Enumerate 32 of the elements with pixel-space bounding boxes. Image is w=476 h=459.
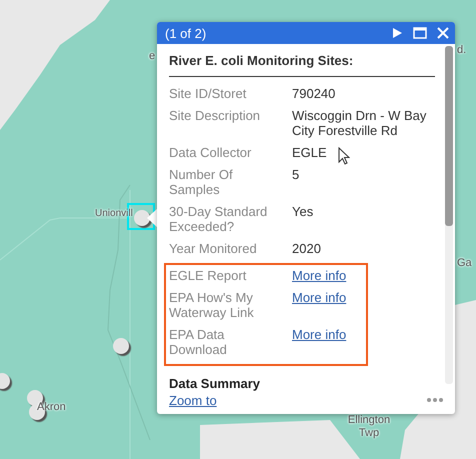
next-icon[interactable]	[391, 27, 403, 39]
more-info-link[interactable]: More info	[292, 290, 346, 320]
field-label: EGLE Report	[169, 268, 248, 283]
field-label: Site ID/Storet	[169, 86, 248, 101]
field-value: Wiscoggin Drn - W Bay City Forestville Rd	[292, 108, 428, 138]
mouse-cursor-icon	[338, 147, 350, 166]
field-value: 2020	[292, 241, 321, 256]
more-info-link[interactable]: More info	[292, 268, 346, 283]
more-icon[interactable]	[427, 398, 443, 402]
map-label: d.	[457, 44, 466, 57]
map-label: Ellington Twp	[346, 414, 392, 440]
field-label: EPA Data Download	[169, 327, 228, 357]
field-value: 790240	[292, 86, 336, 101]
field-label: Site Description	[169, 108, 262, 125]
scrollbar-thumb[interactable]	[445, 46, 453, 226]
more-info-link[interactable]: More info	[292, 327, 346, 357]
field-label: Number Of Samples	[169, 167, 234, 197]
field-label: Year Monitored	[169, 241, 258, 256]
maximize-icon[interactable]	[413, 27, 427, 39]
map-label: e	[149, 50, 156, 63]
field-value: Yes	[292, 204, 314, 221]
close-icon[interactable]	[437, 27, 449, 39]
map-label: Ga	[457, 257, 472, 270]
section-heading: Data Summary	[169, 376, 262, 391]
field-value: 5	[292, 167, 300, 184]
field-label: EPA How's My Waterway Link	[169, 290, 255, 320]
popup-title: River E. coli Monitoring Sites:	[169, 53, 435, 77]
pager-label: (1 of 2)	[165, 26, 208, 40]
field-label: Data Collector	[169, 145, 252, 160]
zoom-to-link[interactable]: Zoom to	[169, 392, 217, 408]
field-value: EGLE	[292, 145, 327, 160]
field-label: 30-Day Standard Exceeded?	[169, 204, 268, 234]
